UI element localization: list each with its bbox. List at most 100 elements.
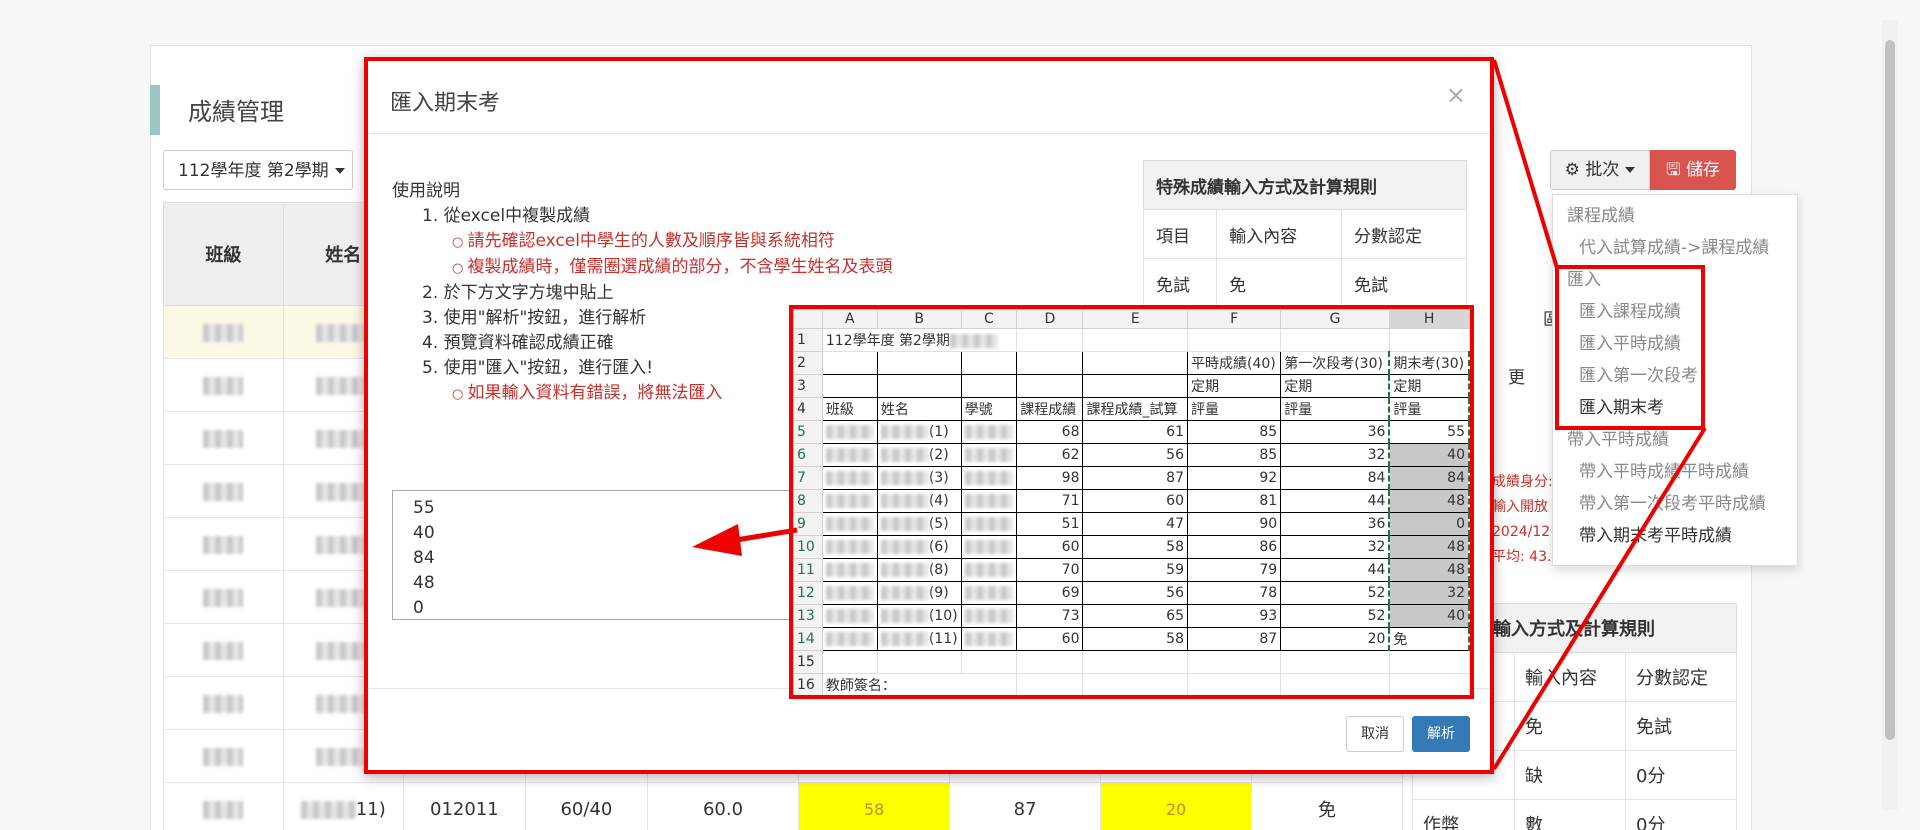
chevron-down-icon [334, 168, 345, 174]
excel-course: 51 [1016, 512, 1084, 536]
excel-col: G [1280, 309, 1390, 329]
excel-regular: 92 [1186, 466, 1282, 490]
score: 60.0 [646, 782, 800, 830]
excel-screenshot: A B C D E F G H 1 112學年度 第2學期 2 平時成績(40)… [789, 305, 1474, 699]
excel-group-header: 平時成績(40) [1186, 351, 1282, 375]
excel-seat: (2) [928, 447, 949, 463]
excel-row: 9 (5) 51 47 90 36 0 [793, 512, 1470, 536]
menu-item-bring-regular[interactable]: 帶入平時成績平時成績 [1553, 451, 1797, 483]
excel-final: 32 [1388, 581, 1470, 605]
sub-step: 請先確認excel中學生的人數及順序皆與系統相符 [392, 229, 892, 255]
final-score[interactable]: 20 [1100, 782, 1253, 830]
menu-item-course-calc[interactable]: 代入試算成績->課程成績 [1553, 227, 1797, 259]
excel-row: 8 (4) 71 60 81 44 48 [793, 489, 1470, 513]
seat-suffix: 11) [355, 798, 386, 820]
excel-sub-header: 定期 [1388, 374, 1470, 398]
scrollbar-thumb[interactable] [1885, 40, 1895, 740]
blurred-class [825, 609, 874, 623]
excel-course: 98 [1016, 466, 1084, 490]
excel-row: 6 (2) 62 56 85 32 40 [793, 443, 1470, 467]
excel-name-cell: (2) [876, 443, 962, 467]
excel-name-cell: (1) [876, 420, 962, 444]
blurred-id [964, 517, 1013, 531]
excel-col-header: 學號 [960, 397, 1018, 421]
excel-name-cell: (10) [876, 604, 962, 628]
blurred-class [825, 540, 874, 554]
blurred-id [964, 609, 1013, 623]
close-icon[interactable]: × [1446, 81, 1466, 109]
menu-item-bring-final[interactable]: 帶入期末考平時成績 [1553, 515, 1797, 547]
regular-score[interactable]: 58 [798, 782, 951, 830]
excel-row-number: 11 [793, 558, 823, 582]
rules-col: 輸入內容 [1216, 209, 1343, 259]
fragment-text: 更 [1508, 368, 1525, 388]
semester-select[interactable]: 112學年度 第2學期 [163, 150, 353, 190]
rules-title: 特殊成績輸入方式及計算規則 [1143, 160, 1467, 210]
paste-textarea[interactable]: 55 40 84 48 0 [392, 490, 812, 620]
semester-label: 112學年度 第2學期 [178, 161, 329, 181]
excel-col-header: 課程成績_試算 [1082, 397, 1188, 421]
rules-col: 分數認定 [1341, 209, 1467, 259]
excel-regular: 93 [1186, 604, 1282, 628]
excel-row-number: 7 [793, 466, 823, 490]
excel-col: C [960, 309, 1018, 329]
excel-course: 68 [1016, 420, 1084, 444]
excel-name-cell: (6) [876, 535, 962, 559]
rules-col: 項目 [1142, 209, 1218, 259]
instructions-heading: 使用說明 [392, 181, 460, 201]
excel-seat: (4) [928, 493, 949, 509]
excel-row-number: 3 [793, 374, 823, 398]
blurred-name [880, 425, 929, 439]
ratio: 60/40 [524, 782, 648, 830]
excel-signature: 教師簽名： [821, 673, 1018, 695]
excel-col-header: 姓名 [876, 397, 962, 421]
side-rules-cell: 0分 [1625, 799, 1737, 830]
blurred-id [964, 540, 1013, 554]
side-rules-cell: 缺 [1514, 750, 1626, 800]
blurred-id [964, 425, 1013, 439]
excel-group-header: 第一次段考(30) [1280, 351, 1390, 375]
excel-row-number: 8 [793, 489, 823, 513]
step: 1. 從excel中複製成績 [422, 206, 591, 226]
divider [368, 133, 1490, 134]
excel-regular: 78 [1186, 581, 1282, 605]
excel-regular: 85 [1186, 443, 1282, 467]
chevron-down-icon [1625, 167, 1636, 173]
batch-button[interactable]: ⚙ 批次 [1550, 150, 1650, 190]
page-scrollbar[interactable] [1882, 20, 1898, 810]
excel-course: 60 [1016, 627, 1084, 651]
side-rules-cell: 免 [1514, 701, 1626, 751]
blurred-name [880, 586, 929, 600]
blurred-name [880, 632, 929, 646]
excel-course: 70 [1016, 558, 1084, 582]
parse-button[interactable]: 解析 [1412, 716, 1470, 752]
blurred-id [964, 448, 1013, 462]
rules-cell: 免試 [1142, 258, 1218, 308]
batch-label: 批次 [1585, 160, 1620, 180]
annotation-box-menu [1555, 265, 1705, 430]
excel-calc: 65 [1082, 604, 1188, 628]
blurred-id [964, 563, 1013, 577]
blurred-name [880, 609, 929, 623]
paste-line: 55 [413, 498, 435, 518]
excel-title: 112學年度 第2學期 [825, 333, 950, 349]
cancel-button[interactable]: 取消 [1346, 716, 1404, 752]
menu-item-bring-midterm[interactable]: 帶入第一次段考平時成績 [1553, 483, 1797, 515]
side-rules-cell: 免試 [1625, 701, 1737, 751]
excel-seat: (10) [928, 608, 958, 624]
excel-final: 84 [1388, 466, 1470, 490]
excel-row-number: 6 [793, 443, 823, 467]
excel-name-cell: (11) [876, 627, 962, 651]
sub-step: 複製成績時，僅需圈選成績的部分，不含學生姓名及表頭 [392, 255, 892, 281]
excel-col: A [821, 309, 878, 329]
save-label: 儲存 [1685, 160, 1720, 180]
midterm-score[interactable]: 87 [949, 782, 1102, 830]
blurred-class [825, 471, 874, 485]
excel-final: 40 [1388, 604, 1470, 628]
excel-seat: (9) [928, 585, 949, 601]
special-rules-table: 特殊成績輸入方式及計算規則 項目 輸入內容 分數認定 免試 免 免試 [1142, 160, 1467, 308]
blurred-name [880, 517, 929, 531]
exempt-mark[interactable]: 免 [1251, 782, 1403, 830]
save-button[interactable]: 🖫 儲存 [1650, 150, 1736, 190]
excel-midterm: 44 [1280, 489, 1390, 513]
